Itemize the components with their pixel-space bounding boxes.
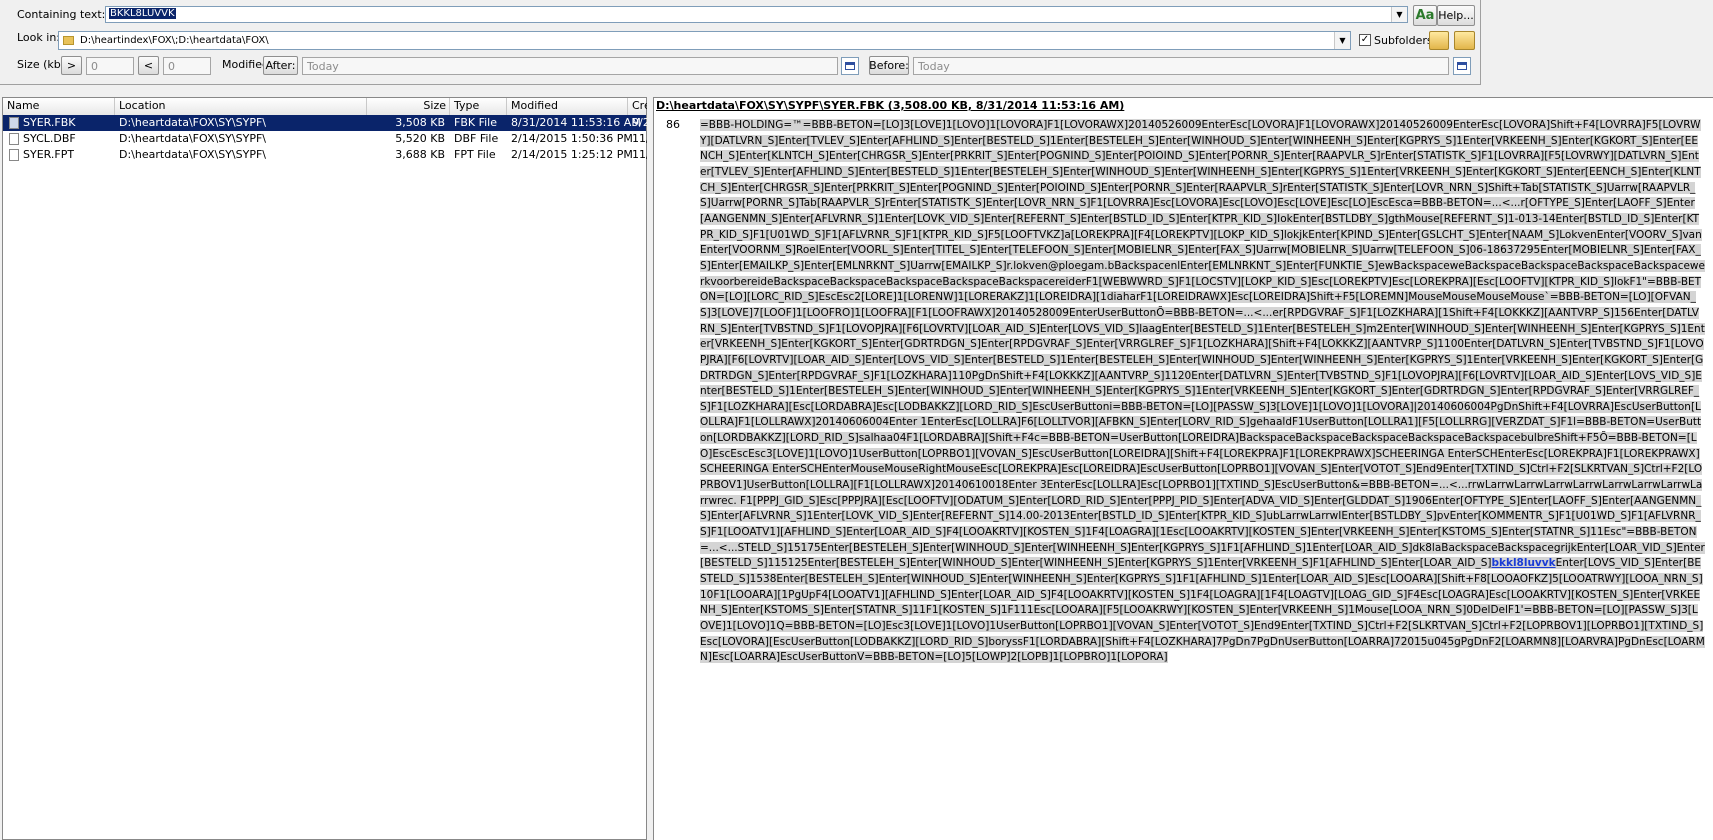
table-row[interactable]: SYER.FPT D:\heartdata\FOX\SY\SYPF\ 3,688… (3, 147, 647, 163)
row-modified: 2/14/2015 1:50:36 PM (511, 132, 633, 145)
column-header-size[interactable]: Size (367, 98, 450, 115)
column-header-type[interactable]: Type (450, 98, 507, 115)
size-max-field[interactable]: 0 (163, 57, 211, 75)
preview-title: D:\heartdata\FOX\SY\SYPF\SYER.FBK (3,508… (656, 99, 1125, 112)
preview-pane[interactable]: D:\heartdata\FOX\SY\SYPF\SYER.FBK (3,508… (653, 97, 1713, 840)
look-in-value[interactable]: D:\heartindex\FOX\;D:\heartdata\FOX\ (80, 35, 269, 46)
column-header-location[interactable]: Location (115, 98, 367, 115)
after-date-field[interactable]: Today (302, 57, 838, 75)
row-created: 11/ (632, 132, 647, 145)
calendar-icon[interactable] (841, 57, 859, 75)
chevron-down-icon[interactable]: ▼ (1391, 7, 1407, 22)
column-header-name[interactable]: Name (3, 98, 115, 115)
preview-text-before: =BBB-HOLDING=™=BBB-BETON=[LO]3[LOVE]1[LO… (700, 119, 1705, 570)
search-match[interactable]: bkkl8luvvk (1491, 557, 1556, 570)
search-panel-edge (1480, 0, 1481, 85)
match-case-button[interactable]: Aa (1413, 5, 1437, 26)
folder-icon (63, 36, 74, 45)
row-modified: 2/14/2015 1:25:12 PM (511, 148, 633, 161)
row-created: 11/ (632, 148, 647, 161)
row-name: SYCL.DBF (23, 132, 76, 145)
search-panel-divider (0, 84, 1481, 85)
calendar-icon[interactable] (1453, 57, 1471, 75)
row-location: D:\heartdata\FOX\SY\SYPF\ (119, 132, 266, 145)
browse-folder-icon[interactable] (1429, 31, 1449, 50)
file-icon (9, 149, 19, 161)
preview-text-after: Enter[LOVS_VID_S]Enter[BESTELD_S]1538Ent… (700, 557, 1705, 664)
row-type: DBF File (454, 132, 499, 145)
row-type: FBK File (454, 116, 497, 129)
row-size: 3,508 KB (395, 116, 445, 129)
containing-text-value[interactable]: BKKL8LUVVK (109, 8, 176, 19)
file-icon (9, 117, 19, 129)
preview-content[interactable]: =BBB-HOLDING=™=BBB-BETON=[LO]3[LOVE]1[LO… (700, 118, 1705, 666)
row-modified: 8/31/2014 11:53:16 AM (511, 116, 641, 129)
row-size: 3,688 KB (395, 148, 445, 161)
line-number: 86 (666, 118, 680, 131)
row-location: D:\heartdata\FOX\SY\SYPF\ (119, 116, 266, 129)
row-created: 9/2 (632, 116, 647, 129)
after-button[interactable]: After: (263, 56, 298, 75)
results-header: Name Location Size Type Modified Cre (3, 98, 648, 116)
look-in-combo[interactable]: D:\heartindex\FOX\;D:\heartdata\FOX\ ▼ (58, 31, 1351, 50)
before-button[interactable]: Before: (869, 56, 909, 75)
column-header-modified[interactable]: Modified (507, 98, 628, 115)
table-row[interactable]: SYCL.DBF D:\heartdata\FOX\SY\SYPF\ 5,520… (3, 131, 647, 147)
chevron-down-icon[interactable]: ▼ (1334, 32, 1350, 49)
results-list[interactable]: Name Location Size Type Modified Cre SYE… (2, 97, 648, 840)
look-in-label: Look in: (17, 31, 60, 44)
size-min-field[interactable]: 0 (86, 57, 134, 75)
size-less-button[interactable]: < (138, 56, 159, 75)
containing-text-label: Containing text: (17, 8, 106, 21)
before-date-field[interactable]: Today (913, 57, 1449, 75)
row-name: SYER.FBK (23, 116, 76, 129)
row-name: SYER.FPT (23, 148, 75, 161)
open-folder-icon[interactable] (1454, 31, 1475, 50)
row-size: 5,520 KB (395, 132, 445, 145)
row-type: FPT File (454, 148, 496, 161)
help-button[interactable]: Help... (1437, 5, 1475, 26)
size-greater-button[interactable]: > (61, 56, 82, 75)
subfolders-label: Subfolders (1374, 34, 1433, 47)
file-icon (9, 133, 19, 145)
subfolders-checkbox[interactable]: ✓ (1359, 34, 1371, 46)
containing-text-combo[interactable]: BKKL8LUVVK ▼ (105, 6, 1408, 23)
row-location: D:\heartdata\FOX\SY\SYPF\ (119, 148, 266, 161)
column-header-created[interactable]: Cre (628, 98, 648, 115)
table-row[interactable]: SYER.FBK D:\heartdata\FOX\SY\SYPF\ 3,508… (3, 115, 647, 131)
column-header-size-label: Size (423, 99, 446, 112)
